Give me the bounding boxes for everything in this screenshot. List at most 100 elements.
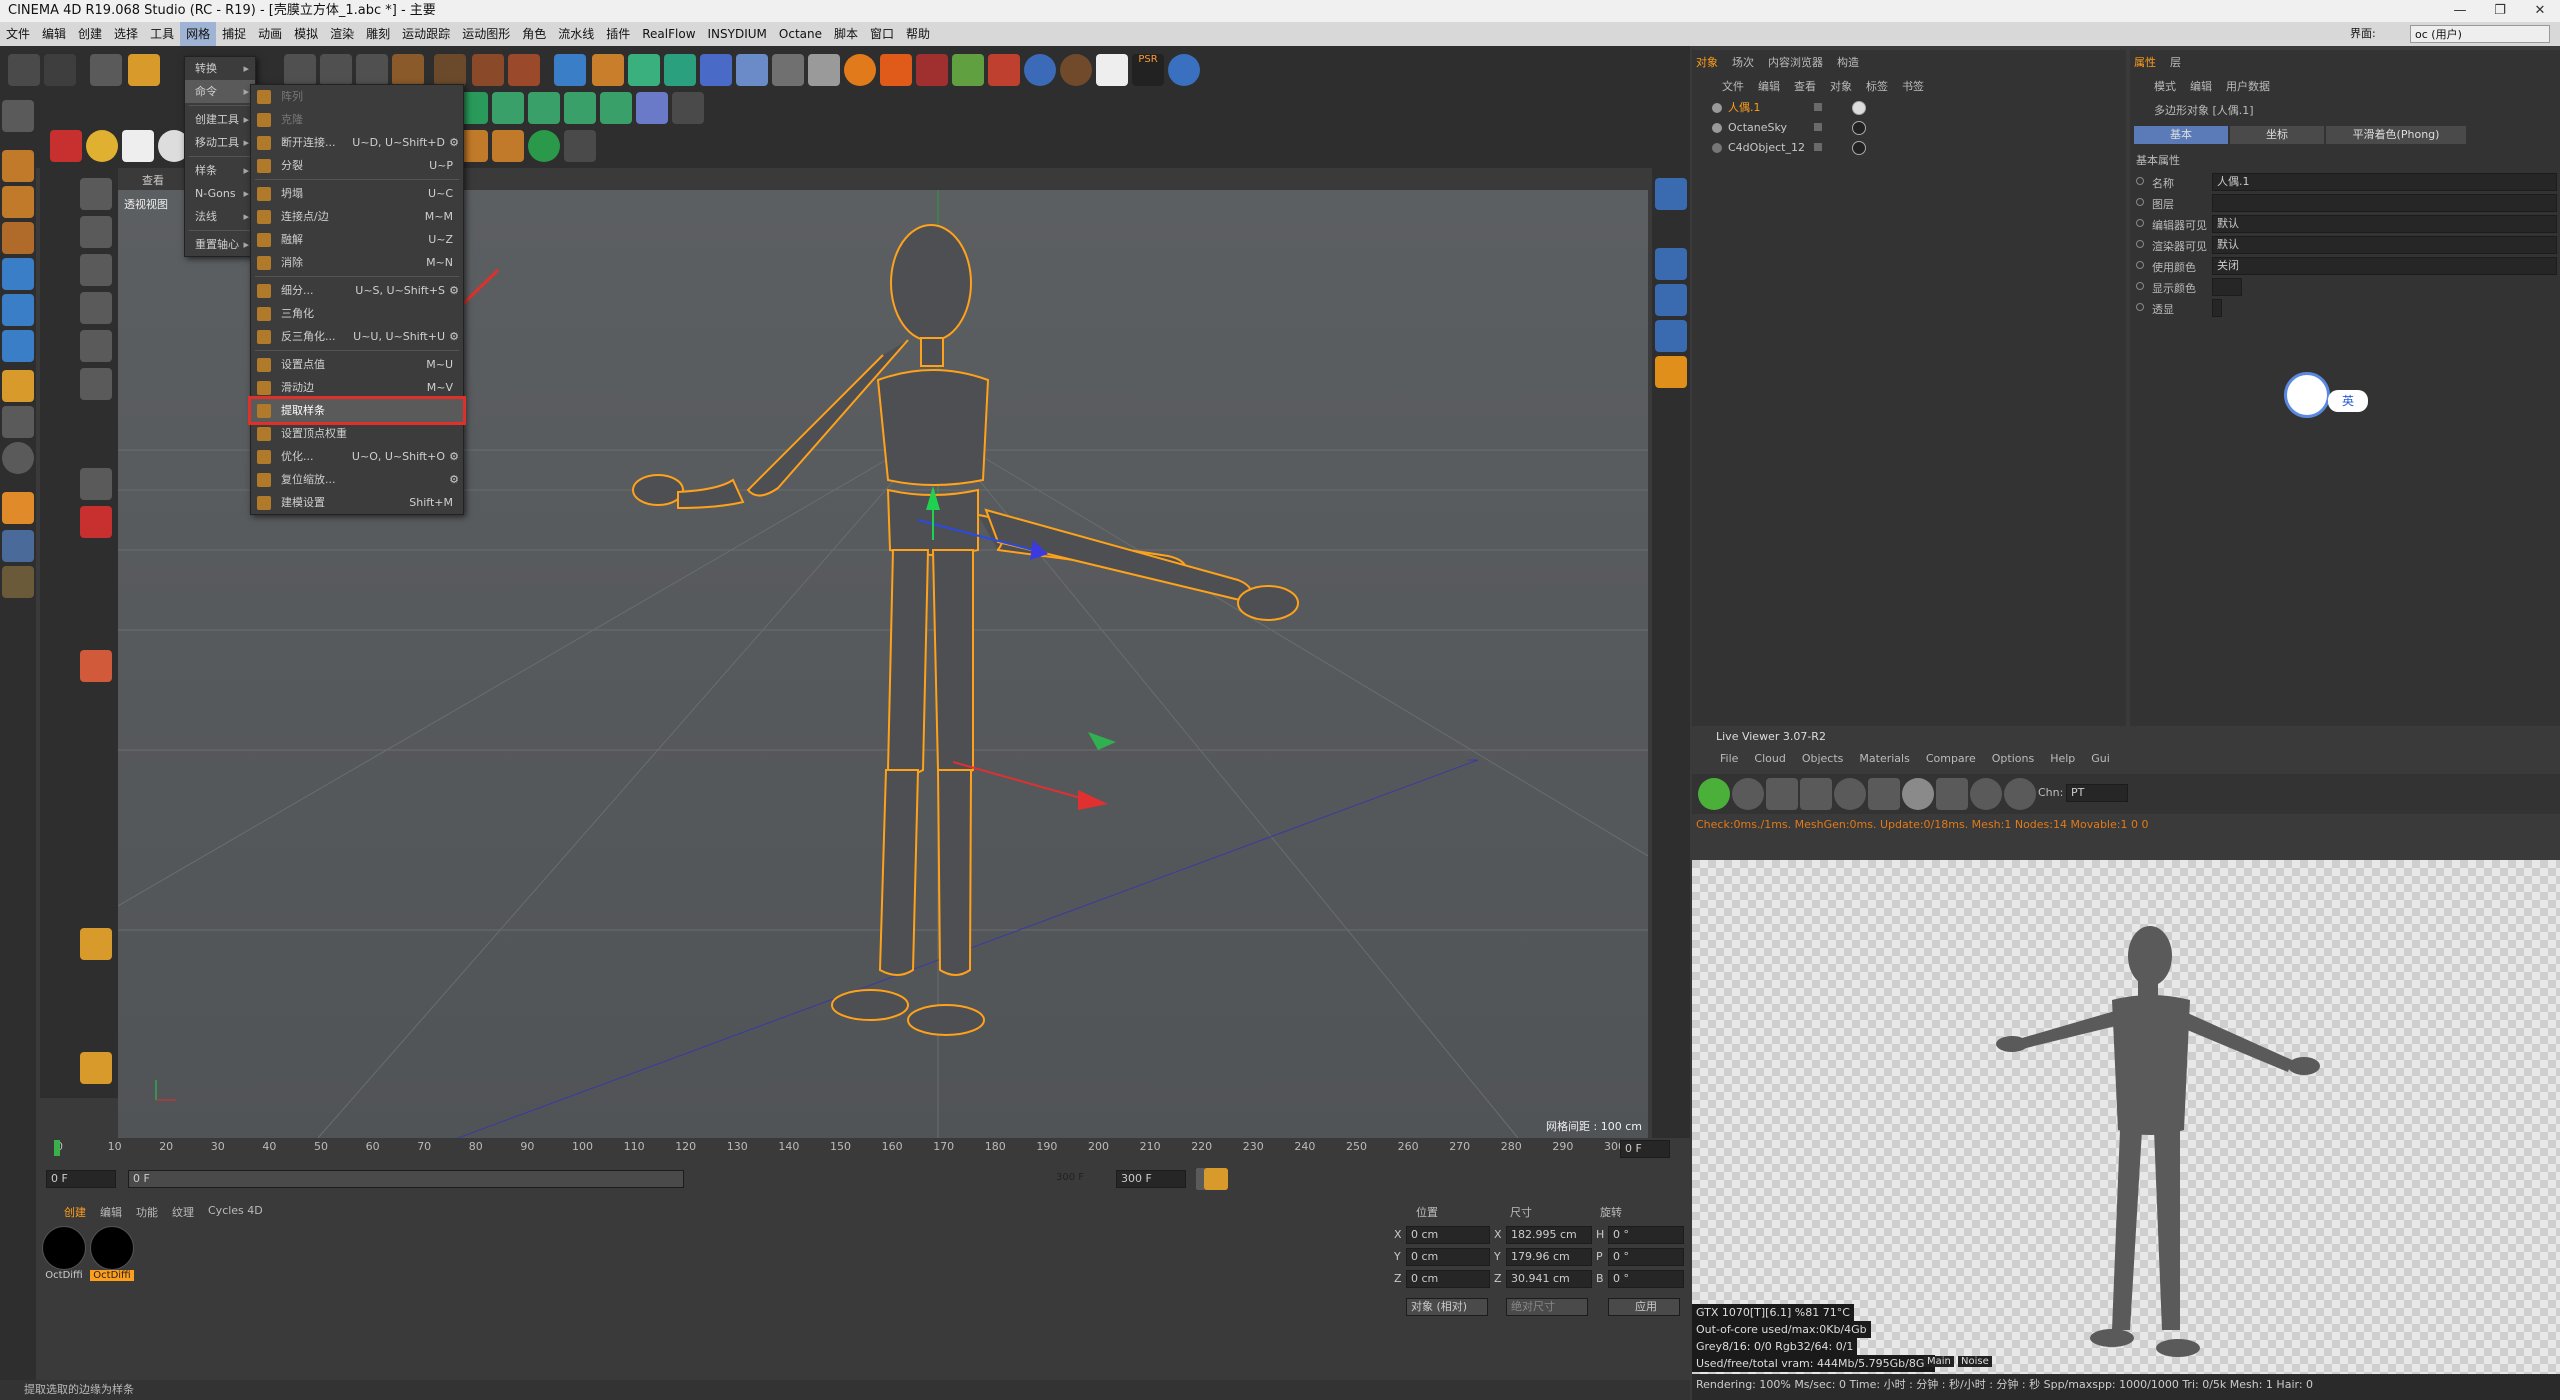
mesh-menu-item[interactable]: 移动工具 ▸ xyxy=(185,131,255,154)
menu-0[interactable]: 文件 xyxy=(0,22,36,46)
mat-menu-item[interactable]: 功能 xyxy=(136,1204,158,1220)
menu-9[interactable]: 渲染 xyxy=(324,22,360,46)
lv-menu-item[interactable]: Help xyxy=(2050,752,2075,765)
attr-subtab[interactable]: 平滑着色(Phong) xyxy=(2326,126,2466,144)
menu-14[interactable]: 流水线 xyxy=(552,22,600,46)
lv-menu-item[interactable]: Cloud xyxy=(1754,752,1785,765)
command-menu-item[interactable]: 优化... U~O, U~Shift+O ⚙ xyxy=(251,445,463,468)
range-slider[interactable]: 0 F xyxy=(128,1170,684,1188)
tracker-icon[interactable] xyxy=(1060,54,1092,86)
bridge-icon[interactable] xyxy=(80,368,112,400)
command-menu-item[interactable]: 滑动边 M~V xyxy=(251,376,463,399)
attr-value[interactable]: 默认 xyxy=(2212,215,2557,233)
assistant-avatar-icon[interactable] xyxy=(2284,372,2330,418)
lv-menu-item[interactable]: Gui xyxy=(2091,752,2110,765)
y-axis-icon[interactable] xyxy=(320,54,352,86)
render-view-icon[interactable] xyxy=(472,54,504,86)
visibility-icon[interactable] xyxy=(1814,143,1822,151)
generator-icon[interactable] xyxy=(564,92,596,124)
mirror-icon[interactable] xyxy=(80,468,112,500)
magnet-icon[interactable] xyxy=(2,492,34,524)
render-output[interactable] xyxy=(1692,860,2560,1374)
attr-value[interactable]: 人偶.1 xyxy=(2212,173,2557,191)
octane-material-icon[interactable] xyxy=(1655,248,1687,280)
tab-attr-1[interactable]: 层 xyxy=(2170,54,2181,70)
mat-menu-item[interactable]: Cycles 4D xyxy=(208,1204,263,1220)
pick-material-icon[interactable] xyxy=(2004,778,2036,810)
ime-badge[interactable]: 英 xyxy=(2328,390,2368,412)
lock-render-icon[interactable] xyxy=(1868,778,1900,810)
object-row[interactable]: C4dObject_12 xyxy=(1692,138,2126,158)
attr-value[interactable] xyxy=(2212,299,2222,317)
sky-icon[interactable] xyxy=(528,130,560,162)
material-ball-icon[interactable] xyxy=(1902,778,1934,810)
z-axis-icon[interactable] xyxy=(356,54,388,86)
tag-icon[interactable] xyxy=(1852,141,1866,155)
objects-menu-item[interactable]: 标签 xyxy=(1866,78,1888,94)
cloner-icon[interactable] xyxy=(664,54,696,86)
anim-dot-icon[interactable] xyxy=(2136,198,2144,206)
visibility-icon[interactable] xyxy=(1814,123,1822,131)
subdivision-icon[interactable] xyxy=(628,54,660,86)
object-row[interactable]: OctaneSky xyxy=(1692,118,2126,138)
menu-13[interactable]: 角色 xyxy=(516,22,552,46)
tab-view[interactable]: 查看 xyxy=(142,172,164,188)
attr-menu-item[interactable]: 模式 xyxy=(2154,78,2176,94)
tab-objects-1[interactable]: 场次 xyxy=(1732,54,1754,70)
menu-2[interactable]: 创建 xyxy=(72,22,108,46)
x-axis-icon[interactable] xyxy=(284,54,316,86)
workplane2-icon[interactable] xyxy=(2,566,34,598)
menu-15[interactable]: 插件 xyxy=(600,22,636,46)
psr-icon[interactable]: PSR xyxy=(1132,54,1164,86)
current-frame-right[interactable]: 0 F xyxy=(1620,1140,1670,1158)
sun-icon[interactable] xyxy=(86,130,118,162)
qr-icon[interactable] xyxy=(1168,54,1200,86)
mesh-menu-item[interactable]: 创建工具 ▸ xyxy=(185,108,255,131)
octane-icon[interactable] xyxy=(1024,54,1056,86)
lv-menu-item[interactable]: Compare xyxy=(1926,752,1976,765)
camera-icon[interactable] xyxy=(772,54,804,86)
layout-select[interactable]: oc (用户) xyxy=(2410,25,2550,43)
shuffle-icon[interactable] xyxy=(564,130,596,162)
realflow-icon[interactable] xyxy=(952,54,984,86)
tag-noise[interactable]: Noise xyxy=(1958,1356,1992,1367)
points-mode-icon[interactable] xyxy=(2,258,34,290)
mesh-menu-item[interactable]: 命令 ▸ xyxy=(185,80,255,103)
bevel-icon[interactable] xyxy=(80,292,112,324)
visibility-icon[interactable] xyxy=(1814,103,1822,111)
size-mode-select[interactable]: 绝对尺寸 xyxy=(1506,1298,1588,1316)
attr-subtab[interactable]: 基本 xyxy=(2134,126,2228,144)
menu-18[interactable]: Octane xyxy=(773,22,828,46)
s-plugin-icon[interactable] xyxy=(844,54,876,86)
close-icon[interactable]: ✕ xyxy=(2520,0,2560,22)
command-menu-item[interactable]: 分裂 U~P xyxy=(251,154,463,177)
octane-tag-icon[interactable] xyxy=(1655,284,1687,316)
gear-icon[interactable]: ⚙ xyxy=(449,279,459,302)
coord-system-icon[interactable] xyxy=(392,54,424,86)
menu-10[interactable]: 雕刻 xyxy=(360,22,396,46)
menu-3[interactable]: 选择 xyxy=(108,22,144,46)
timeline[interactable]: 0102030405060708090100110120130140150160… xyxy=(40,1138,1670,1194)
effector-icon[interactable] xyxy=(600,92,632,124)
command-menu-item[interactable]: 融解 U~Z xyxy=(251,228,463,251)
render-region-icon[interactable] xyxy=(434,54,466,86)
tag-icon[interactable] xyxy=(1852,101,1866,115)
mesh-menu-item[interactable]: N-Gons ▸ xyxy=(185,182,255,205)
fx-icon[interactable] xyxy=(672,92,704,124)
pos-field[interactable]: 0 cm xyxy=(1406,1226,1490,1244)
deformer-icon[interactable] xyxy=(700,54,732,86)
script-icon[interactable] xyxy=(1096,54,1128,86)
anim-dot-icon[interactable] xyxy=(2136,282,2144,290)
cube-icon[interactable] xyxy=(554,54,586,86)
material-swatch[interactable]: OctDiffi xyxy=(90,1226,134,1281)
pause-icon[interactable] xyxy=(1766,778,1798,810)
menu-1[interactable]: 编辑 xyxy=(36,22,72,46)
hair-icon[interactable] xyxy=(492,130,524,162)
octane-add-icon[interactable] xyxy=(1655,356,1687,388)
tab-objects-2[interactable]: 内容浏览器 xyxy=(1768,54,1823,70)
region-icon[interactable] xyxy=(1800,778,1832,810)
timeline-icon[interactable] xyxy=(1204,1168,1228,1190)
cross-icon[interactable] xyxy=(80,650,112,682)
mesh-menu-item[interactable]: 样条 ▸ xyxy=(185,159,255,182)
attr-subtab[interactable]: 坐标 xyxy=(2230,126,2324,144)
